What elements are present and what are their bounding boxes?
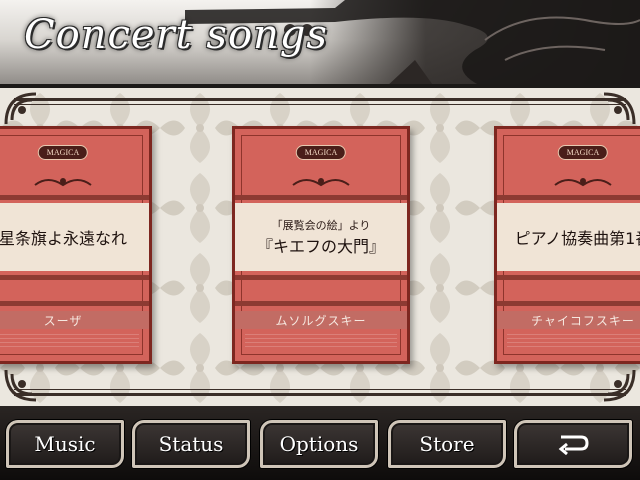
frame-top-line-thin: [14, 104, 626, 105]
bottom-nav: Music Status Options Store: [0, 406, 640, 480]
song-subtitle: 「展覧会の絵」より: [271, 219, 371, 232]
card-band: [497, 275, 640, 280]
song-carousel[interactable]: MAGICA 星条旗よ永遠なれ スーザ MAGICA 「展覧会の絵」より 『キエ…: [0, 88, 640, 406]
card-label: 星条旗よ永遠なれ: [0, 203, 149, 271]
card-band: [497, 301, 640, 306]
composer-label: スーザ: [0, 311, 149, 329]
frame-top-line: [14, 98, 626, 101]
frame-corner-ornament-icon: [4, 92, 37, 125]
frame-corner-ornament-icon: [603, 369, 636, 402]
composer-name: スーザ: [43, 313, 83, 328]
composer-label: チャイコフスキー: [497, 311, 640, 329]
card-badge: MAGICA: [37, 145, 89, 160]
card-band: [0, 195, 149, 200]
song-card[interactable]: MAGICA 星条旗よ永遠なれ スーザ: [0, 126, 152, 364]
song-card[interactable]: MAGICA 「展覧会の絵」より 『キエフの大門』 ムソルグスキー: [232, 126, 410, 364]
card-band: [235, 275, 407, 280]
frame-corner-ornament-icon: [4, 369, 37, 402]
options-button-label: Options: [279, 432, 359, 456]
card-fine-print: [245, 334, 397, 348]
flourish-icon: [554, 178, 612, 187]
frame-bottom-line-thin: [14, 389, 626, 390]
page-title: Concert songs: [24, 12, 328, 58]
header-banner: Concert songs: [0, 0, 640, 88]
card-fine-print: [507, 334, 640, 348]
frame-bottom-line: [14, 393, 626, 396]
card-badge: MAGICA: [295, 145, 347, 160]
card-band: [0, 275, 149, 280]
composer-name: ムソルグスキー: [275, 313, 367, 328]
composer-name: チャイコフスキー: [531, 313, 635, 328]
card-label: 「展覧会の絵」より 『キエフの大門』: [235, 203, 407, 271]
options-button[interactable]: Options: [260, 420, 378, 468]
music-button[interactable]: Music: [6, 420, 124, 468]
song-title: ピアノ協奏曲第1番: [514, 229, 640, 248]
return-arrow-icon: [558, 435, 589, 455]
status-button-label: Status: [158, 432, 224, 456]
card-badge: MAGICA: [557, 145, 609, 160]
card-label: ピアノ協奏曲第1番: [497, 203, 640, 271]
composer-label: ムソルグスキー: [235, 311, 407, 329]
back-button[interactable]: [514, 420, 632, 468]
frame-corner-ornament-icon: [603, 92, 636, 125]
card-band: [235, 301, 407, 306]
flourish-icon: [292, 178, 350, 187]
music-button-label: Music: [34, 432, 96, 456]
store-button-label: Store: [419, 432, 475, 456]
card-fine-print: [0, 334, 139, 348]
status-button[interactable]: Status: [132, 420, 250, 468]
song-title: 『キエフの大門』: [256, 237, 385, 256]
song-title: 星条旗よ永遠なれ: [0, 229, 127, 248]
store-button[interactable]: Store: [388, 420, 506, 468]
card-band: [0, 301, 149, 306]
card-band: [235, 195, 407, 200]
song-card[interactable]: MAGICA ピアノ協奏曲第1番 チャイコフスキー: [494, 126, 640, 364]
card-band: [497, 195, 640, 200]
flourish-icon: [34, 178, 92, 187]
